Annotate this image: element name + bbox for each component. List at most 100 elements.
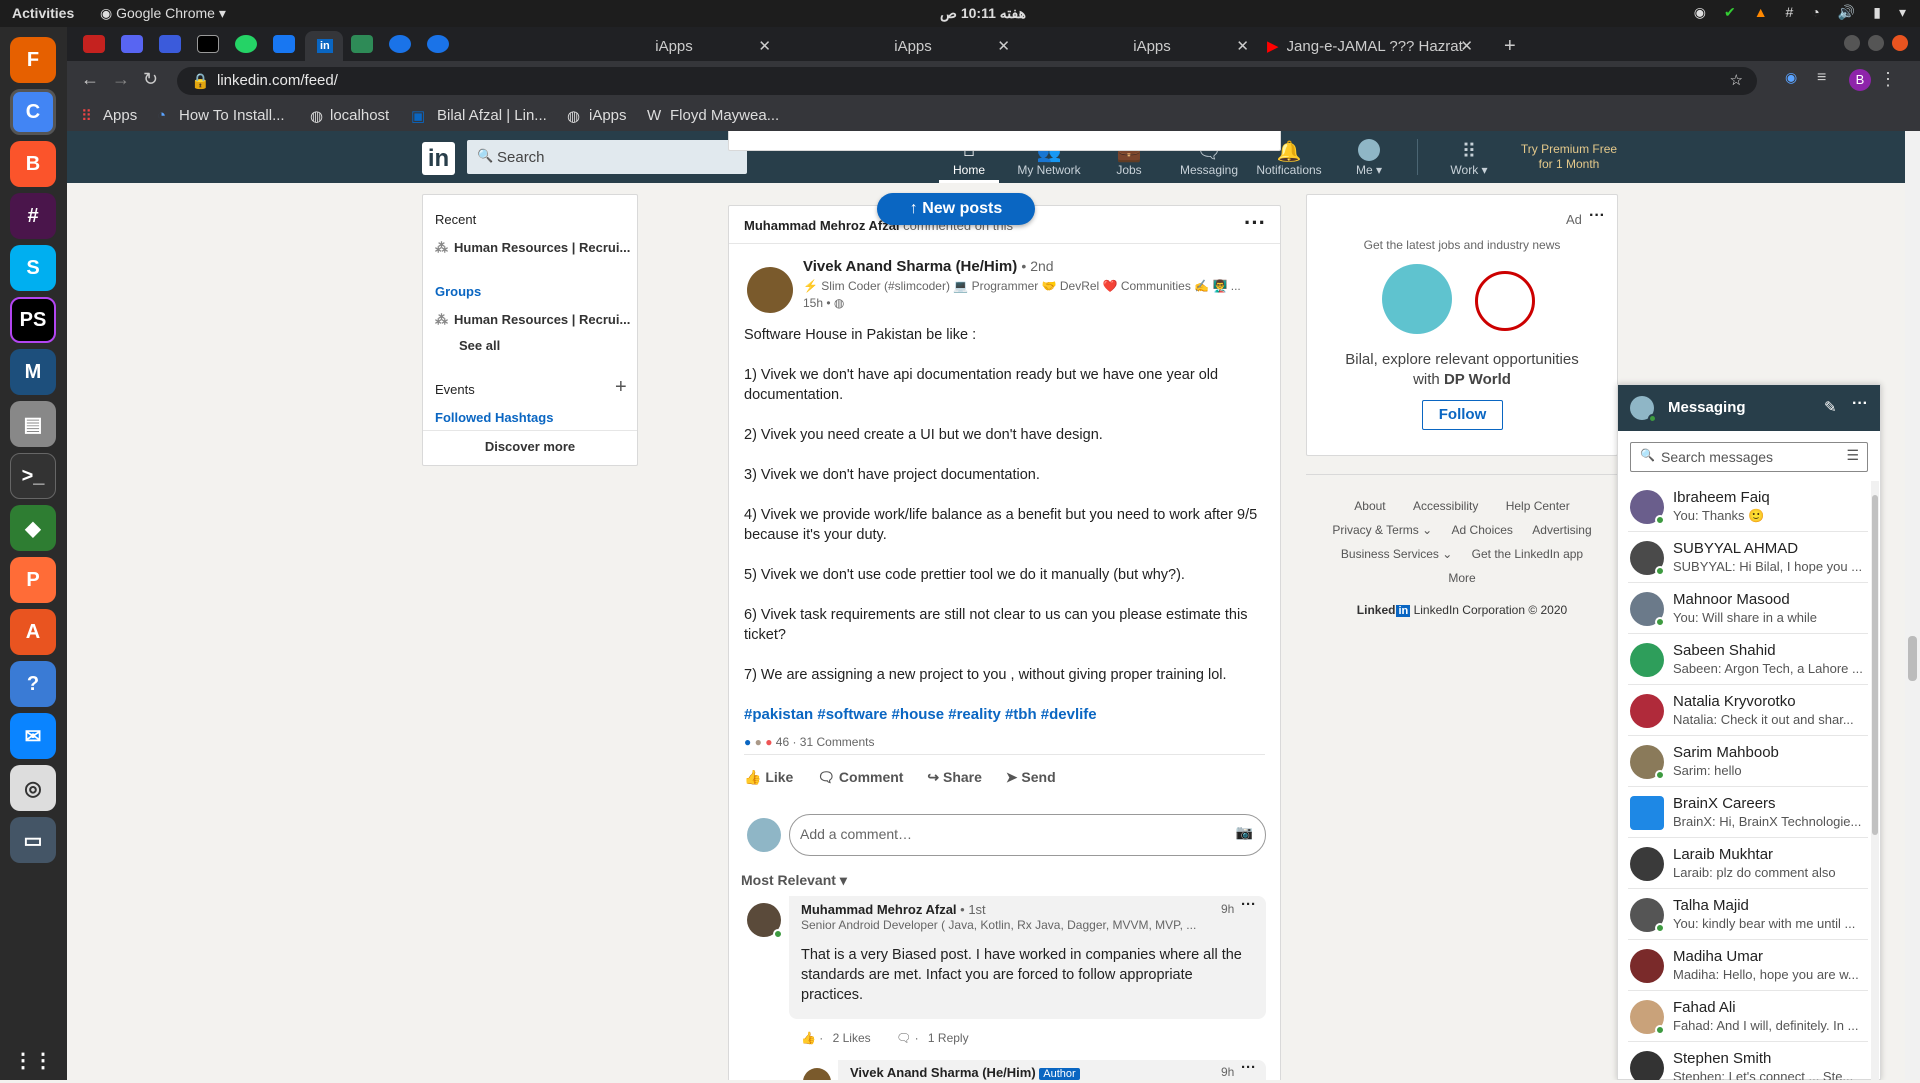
extension-icon[interactable]: ◉ [1785,69,1797,86]
conversation-item[interactable]: Ibraheem Faiq You: Thanks 🙂 [1628,481,1868,532]
whatsapp-tab[interactable] [235,35,257,53]
chrome-menu-icon[interactable]: ⋮ [1879,69,1897,90]
bookmark-localhost[interactable]: localhost [330,107,389,124]
check-icon[interactable]: ✔ [1724,4,1736,21]
linkedin-tab-active[interactable]: in [305,31,343,61]
profile-avatar[interactable]: B [1849,69,1871,91]
bookmark-iapps[interactable]: iApps [589,107,627,124]
groups-item[interactable]: ⁂ Human Resources | Recrui... [435,312,630,328]
send-button[interactable]: ➤ Send [1006,769,1056,785]
camera-icon[interactable]: 📷 [1236,824,1253,841]
post-options-icon[interactable]: ··· [1244,210,1266,236]
minimize-button[interactable] [1844,35,1860,51]
messaging-scroll-thumb[interactable] [1872,495,1878,835]
facebook-tab[interactable] [273,35,295,53]
media-icon[interactable]: ≡ [1817,69,1826,87]
chrome-icon[interactable]: C [10,89,56,135]
conversation-item[interactable]: Mahnoor Masood You: Will share in a while [1628,583,1868,634]
mysql-workbench-icon[interactable]: M [10,349,56,395]
tab-iapps-2[interactable]: iApps ✕ [792,31,1022,61]
pinned-tab-3[interactable] [159,35,181,53]
wifi-icon[interactable]: ◔ [1811,4,1819,21]
tab-iapps-3[interactable]: iApps ✕ [1031,31,1261,61]
activities-button[interactable]: Activities [12,5,74,21]
bookmark-apps[interactable]: Apps [103,107,137,124]
messaging-scrollbar[interactable] [1871,481,1879,1080]
nav-work[interactable]: ⠿ Work ▾ [1429,139,1509,177]
conversation-item[interactable]: Laraib Mukhtar Laraib: plz do comment als… [1628,838,1868,889]
postman-icon[interactable]: P [10,557,56,603]
pinned-tab-2[interactable] [121,35,143,53]
tab-iapps-1[interactable]: iApps ✕ [553,31,783,61]
activity-actor[interactable]: Muhammad Mehroz Afzal [744,218,900,233]
groups-title[interactable]: Groups [435,284,481,299]
reactions-bar[interactable]: ● ● ● 46 · 31 Comments [744,735,875,749]
terminal-icon[interactable]: >_ [10,453,56,499]
bookmark-how-to-install[interactable]: How To Install... [179,107,285,124]
close-icon[interactable]: ✕ [1460,37,1473,55]
files-icon[interactable]: ▤ [10,401,56,447]
maximize-button[interactable] [1868,35,1884,51]
pinned-tab-8[interactable] [351,35,373,53]
show-apps-icon[interactable]: ⋮⋮ [10,1037,56,1083]
star-icon[interactable]: ☆ [1730,71,1743,89]
battery-icon[interactable]: ▮ [1873,4,1881,21]
gmail-tab[interactable] [83,35,105,53]
pinned-tab-9[interactable] [389,35,411,53]
messaging-header[interactable]: Messaging ✎ ··· [1618,385,1880,431]
back-icon[interactable]: ← [81,69,99,90]
comment-author-name[interactable]: Muhammad Mehroz Afzal [801,902,957,917]
conversation-item[interactable]: Sarim Mahboob Sarim: hello [1628,736,1868,787]
pinned-tab-10[interactable] [427,35,449,53]
forward-icon[interactable]: → [112,69,130,90]
share-button[interactable]: ↪ Share [927,769,982,785]
reply-author-avatar[interactable] [803,1068,831,1080]
author-name[interactable]: Vivek Anand Sharma (He/Him) [803,258,1017,275]
conversation-item[interactable]: Fahad Ali Fahad: And I will, definitely. … [1628,991,1868,1042]
discover-more-button[interactable]: Discover more [423,439,637,454]
bookmark-bilal-afzal[interactable]: Bilal Afzal | Lin... [437,107,547,124]
comment-options-icon[interactable]: ··· [1241,896,1256,913]
conversation-item[interactable]: Sabeen Shahid Sabeen: Argon Tech, a Lahor… [1628,634,1868,685]
author-avatar[interactable] [747,267,793,313]
comment-input[interactable]: Add a comment… 📷 [789,814,1266,856]
footer-business[interactable]: Business Services ⌄ [1341,547,1452,561]
new-posts-button[interactable]: ↑ New posts [877,193,1035,225]
help-icon[interactable]: ? [10,661,56,707]
conversation-item[interactable]: Natalia Kryvorotko Natalia: Check it out … [1628,685,1868,736]
footer-get-app[interactable]: Get the LinkedIn app [1472,547,1583,561]
nav-me[interactable]: Me ▾ [1329,139,1409,177]
volume-icon[interactable]: 🔊 [1838,4,1855,21]
recent-item[interactable]: ⁂ Human Resources | Recrui... [435,240,630,256]
footer-advertising[interactable]: Advertising [1532,523,1591,537]
thunderbird-icon[interactable]: ✉ [10,713,56,759]
compose-icon[interactable]: ✎ [1824,398,1837,416]
app-menu[interactable]: ◉ Google Chrome ▾ [100,5,226,22]
conversation-item[interactable]: Stephen Smith Stephen: Let's connect ... … [1628,1042,1868,1080]
clock[interactable]: هفته 10:11 ص [940,5,1026,22]
linkedin-logo[interactable]: in [422,142,455,175]
comment-button[interactable]: 🗨 Comment [817,769,903,785]
phpstorm-icon[interactable]: PS [10,297,56,343]
search-messages-input[interactable]: 🔍 Search messages ☰ [1630,442,1868,472]
close-icon[interactable]: ✕ [997,37,1010,55]
post-hashtags[interactable]: #pakistan #software #house #reality #tbh… [744,705,1264,725]
messaging-options-icon[interactable]: ··· [1852,395,1868,413]
footer-about[interactable]: About [1354,499,1385,513]
footer-privacy[interactable]: Privacy & Terms ⌄ [1332,523,1432,537]
comment-likes[interactable]: 2 Likes [833,1031,871,1045]
software-center-icon[interactable]: A [10,609,56,655]
filter-icon[interactable]: ☰ [1846,447,1859,464]
reply-icon[interactable]: 🗨 [896,1031,911,1045]
screenshot-icon[interactable]: ▭ [10,817,56,863]
add-event-icon[interactable]: + [615,376,627,399]
apps-grid-icon[interactable]: ⠿ [81,107,92,125]
comment-replies[interactable]: 1 Reply [928,1031,969,1045]
see-all-link[interactable]: See all [459,338,500,353]
vlc-icon[interactable]: ▲ [1754,4,1768,21]
conversation-item[interactable]: Talha Majid You: kindly bear with me unti… [1628,889,1868,940]
slack-app-icon[interactable]: # [10,193,56,239]
skype-icon[interactable]: S [10,245,56,291]
reply-options-icon[interactable]: ··· [1241,1059,1256,1076]
url-field[interactable]: 🔒 linkedin.com/feed/ ☆ [177,67,1757,95]
